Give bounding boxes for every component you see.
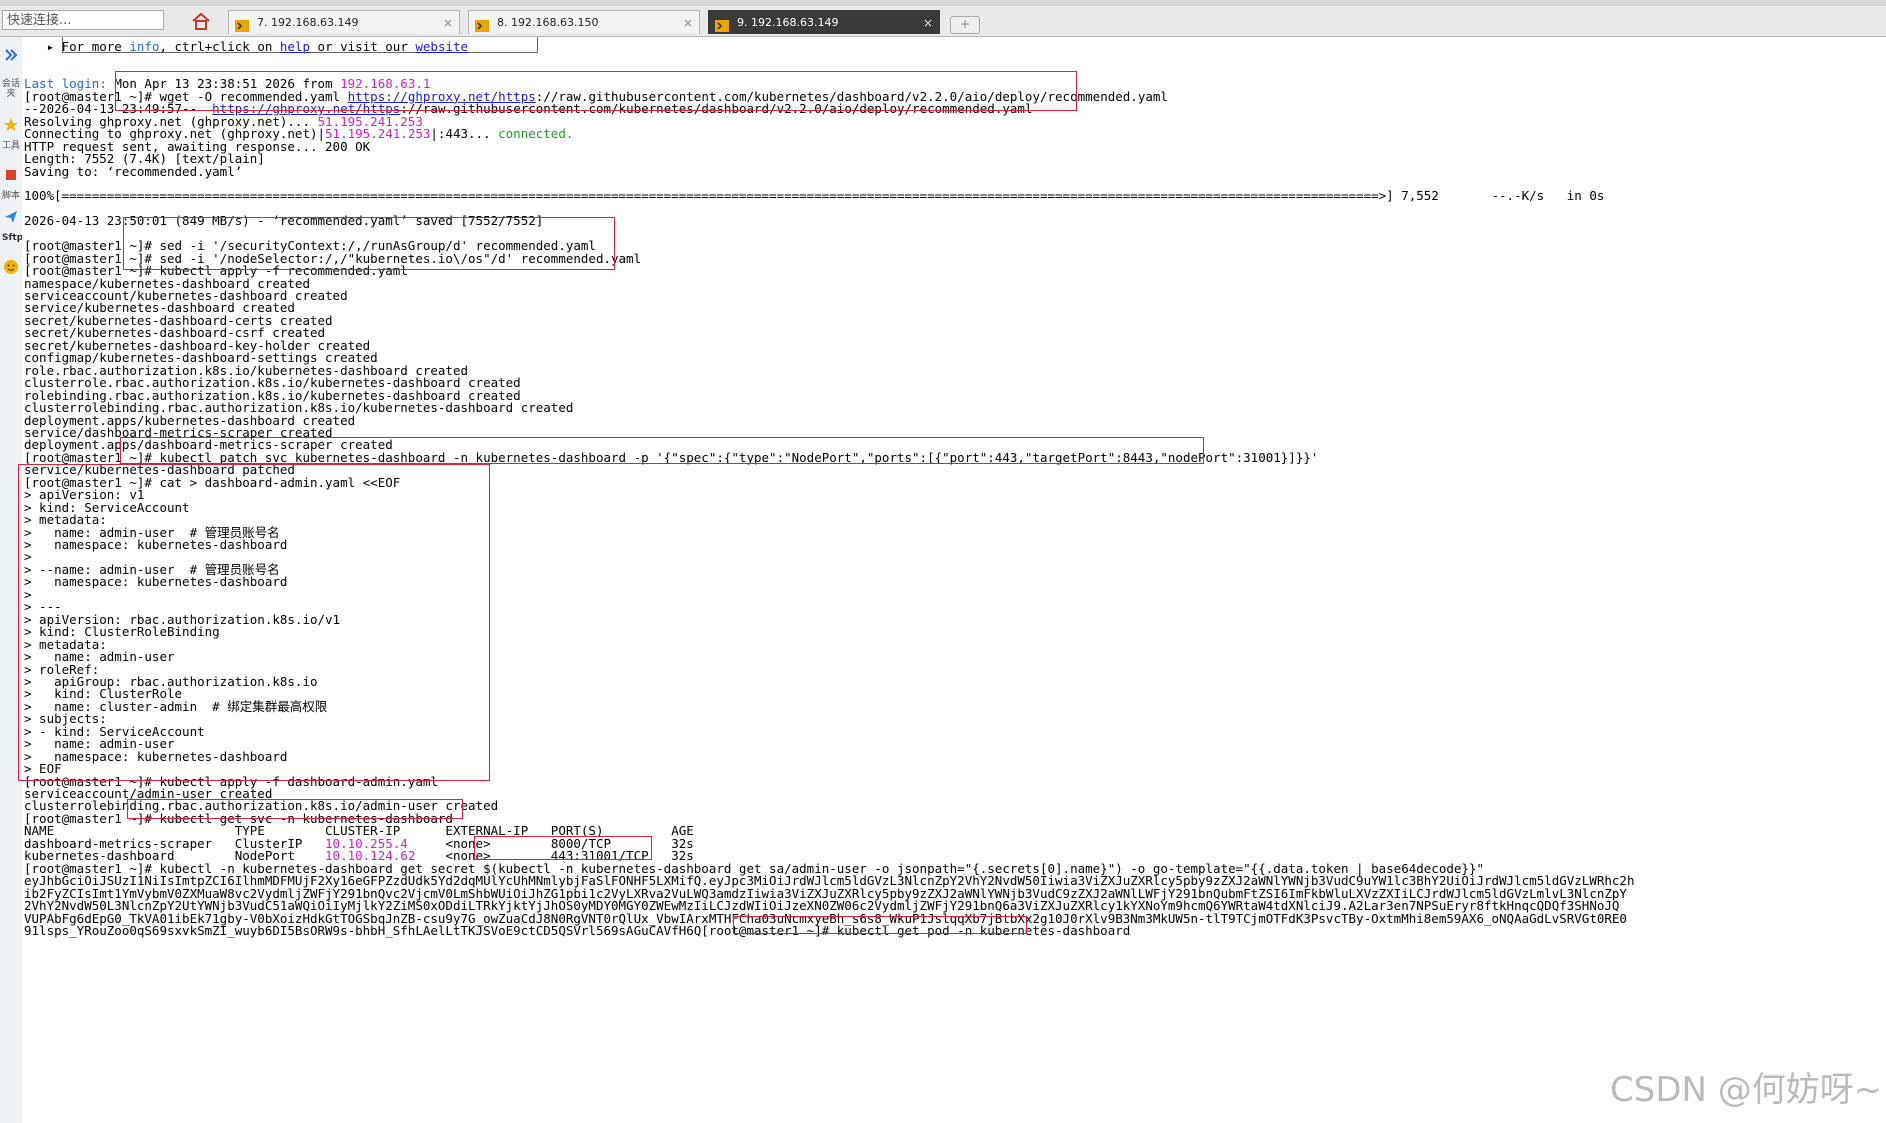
highlight-nodeport xyxy=(474,836,652,860)
expand-icon[interactable] xyxy=(2,47,20,67)
tab-session-9[interactable]: 9. 192.168.63.149 × xyxy=(708,10,940,34)
star-icon[interactable] xyxy=(2,117,20,137)
terminal-line: 100%[===================================… xyxy=(24,188,1604,203)
terminal-text: 100%[===================================… xyxy=(24,188,1605,204)
tab-session-7[interactable]: 7. 192.168.63.149 × xyxy=(228,10,460,34)
terminal-icon xyxy=(235,17,249,32)
watermark: CSDN @何妨呀~ xyxy=(1610,1070,1883,1110)
terminal-text: , ctrl+click on xyxy=(159,39,280,54)
close-icon[interactable]: × xyxy=(683,11,693,35)
send-icon[interactable] xyxy=(2,209,20,229)
home-icon[interactable] xyxy=(190,11,212,31)
highlight-apply xyxy=(123,217,615,270)
tab-bar: 快速连接... 7. 192.168.63.149 × 8. 192.168.6… xyxy=(0,6,1886,37)
highlight-get-pod xyxy=(733,916,1027,934)
terminal-text: or visit our xyxy=(310,39,416,54)
highlight-patch xyxy=(120,437,1204,464)
terminal-link[interactable]: website xyxy=(415,39,468,54)
highlight-wget xyxy=(115,71,1077,111)
sftp-icon[interactable]: Sftp xyxy=(2,233,23,243)
highlight-admin-yaml xyxy=(18,464,490,781)
favorites-icon[interactable]: 会话夹 xyxy=(2,79,20,99)
tab-label: 9. 192.168.63.149 xyxy=(737,16,839,29)
terminal-text: Saving to: ‘recommended.yaml’ xyxy=(24,163,243,179)
close-icon[interactable]: × xyxy=(443,11,453,35)
terminal-text: info xyxy=(129,39,160,54)
tab-label: 8. 192.168.63.150 xyxy=(497,16,599,29)
tab-label: 7. 192.168.63.149 xyxy=(257,16,359,29)
quick-connect-input[interactable]: 快速连接... xyxy=(2,10,164,30)
terminal-text: |:443... xyxy=(430,126,499,142)
plugin-icon[interactable] xyxy=(2,167,20,187)
script-icon[interactable]: 脚本 xyxy=(2,191,20,201)
terminal-icon xyxy=(475,17,489,32)
highlight-get-svc xyxy=(127,799,463,819)
tools-icon[interactable]: 工具 xyxy=(2,141,20,151)
smile-icon[interactable] xyxy=(2,259,20,279)
terminal-icon xyxy=(715,17,729,32)
new-tab-button[interactable]: + xyxy=(950,16,980,34)
terminal-link[interactable]: help xyxy=(280,39,310,54)
terminal-line: ▸ For more info, ctrl+click on help or v… xyxy=(24,39,468,54)
terminal-line: Saving to: ‘recommended.yaml’ xyxy=(24,164,242,179)
tab-session-8[interactable]: 8. 192.168.63.150 × xyxy=(468,10,700,34)
close-icon[interactable]: × xyxy=(923,11,933,35)
terminal-text: ▸ For more xyxy=(46,39,130,54)
terminal-text: connected. xyxy=(498,126,574,142)
